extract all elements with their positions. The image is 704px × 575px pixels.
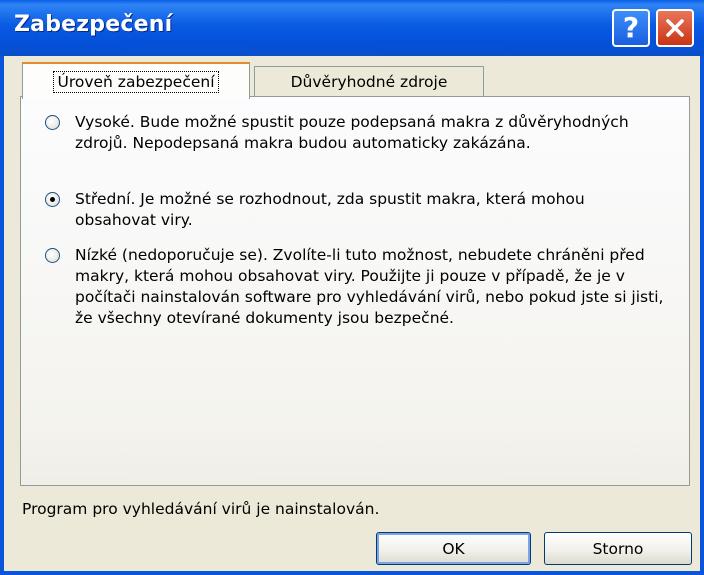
cancel-button[interactable]: Storno — [544, 532, 692, 565]
tab-trusted-sources-label: Důvěryhodné zdroje — [290, 73, 448, 91]
option-medium-text: Střední. Je možné se rozhodnout, zda spu… — [75, 190, 585, 229]
antivirus-status: Program pro vyhledávání virů je nainstal… — [22, 500, 380, 518]
radio-high[interactable] — [45, 115, 60, 130]
tab-security-level[interactable]: Úroveň zabezpečení — [22, 62, 250, 99]
radio-medium[interactable] — [45, 192, 60, 207]
help-button[interactable]: ? — [612, 9, 650, 47]
window-frame-bottom — [0, 571, 704, 575]
radio-low[interactable] — [45, 248, 60, 263]
option-low-text: Nízké (nedoporučuje se). Zvolíte-li tuto… — [75, 246, 664, 327]
option-high-text: Vysoké. Bude možné spustit pouze podepsa… — [75, 113, 629, 152]
window-frame-right — [700, 56, 704, 575]
security-dialog: Zabezpečení ? Úroveň zabezpečení Důvěryh… — [0, 0, 704, 575]
window-title: Zabezpečení — [14, 12, 173, 37]
tab-trusted-sources[interactable]: Důvěryhodné zdroje — [254, 66, 484, 97]
tab-panel: Vysoké. Bude možné spustit pouze podepsa… — [20, 96, 690, 486]
tab-security-level-label: Úroveň zabezpečení — [53, 70, 219, 93]
close-button[interactable] — [656, 9, 694, 47]
ok-button[interactable]: OK — [376, 532, 531, 565]
title-bar[interactable]: Zabezpečení ? — [0, 0, 704, 56]
question-icon: ? — [622, 11, 640, 44]
window-frame-left — [0, 56, 4, 575]
close-icon — [666, 19, 684, 37]
